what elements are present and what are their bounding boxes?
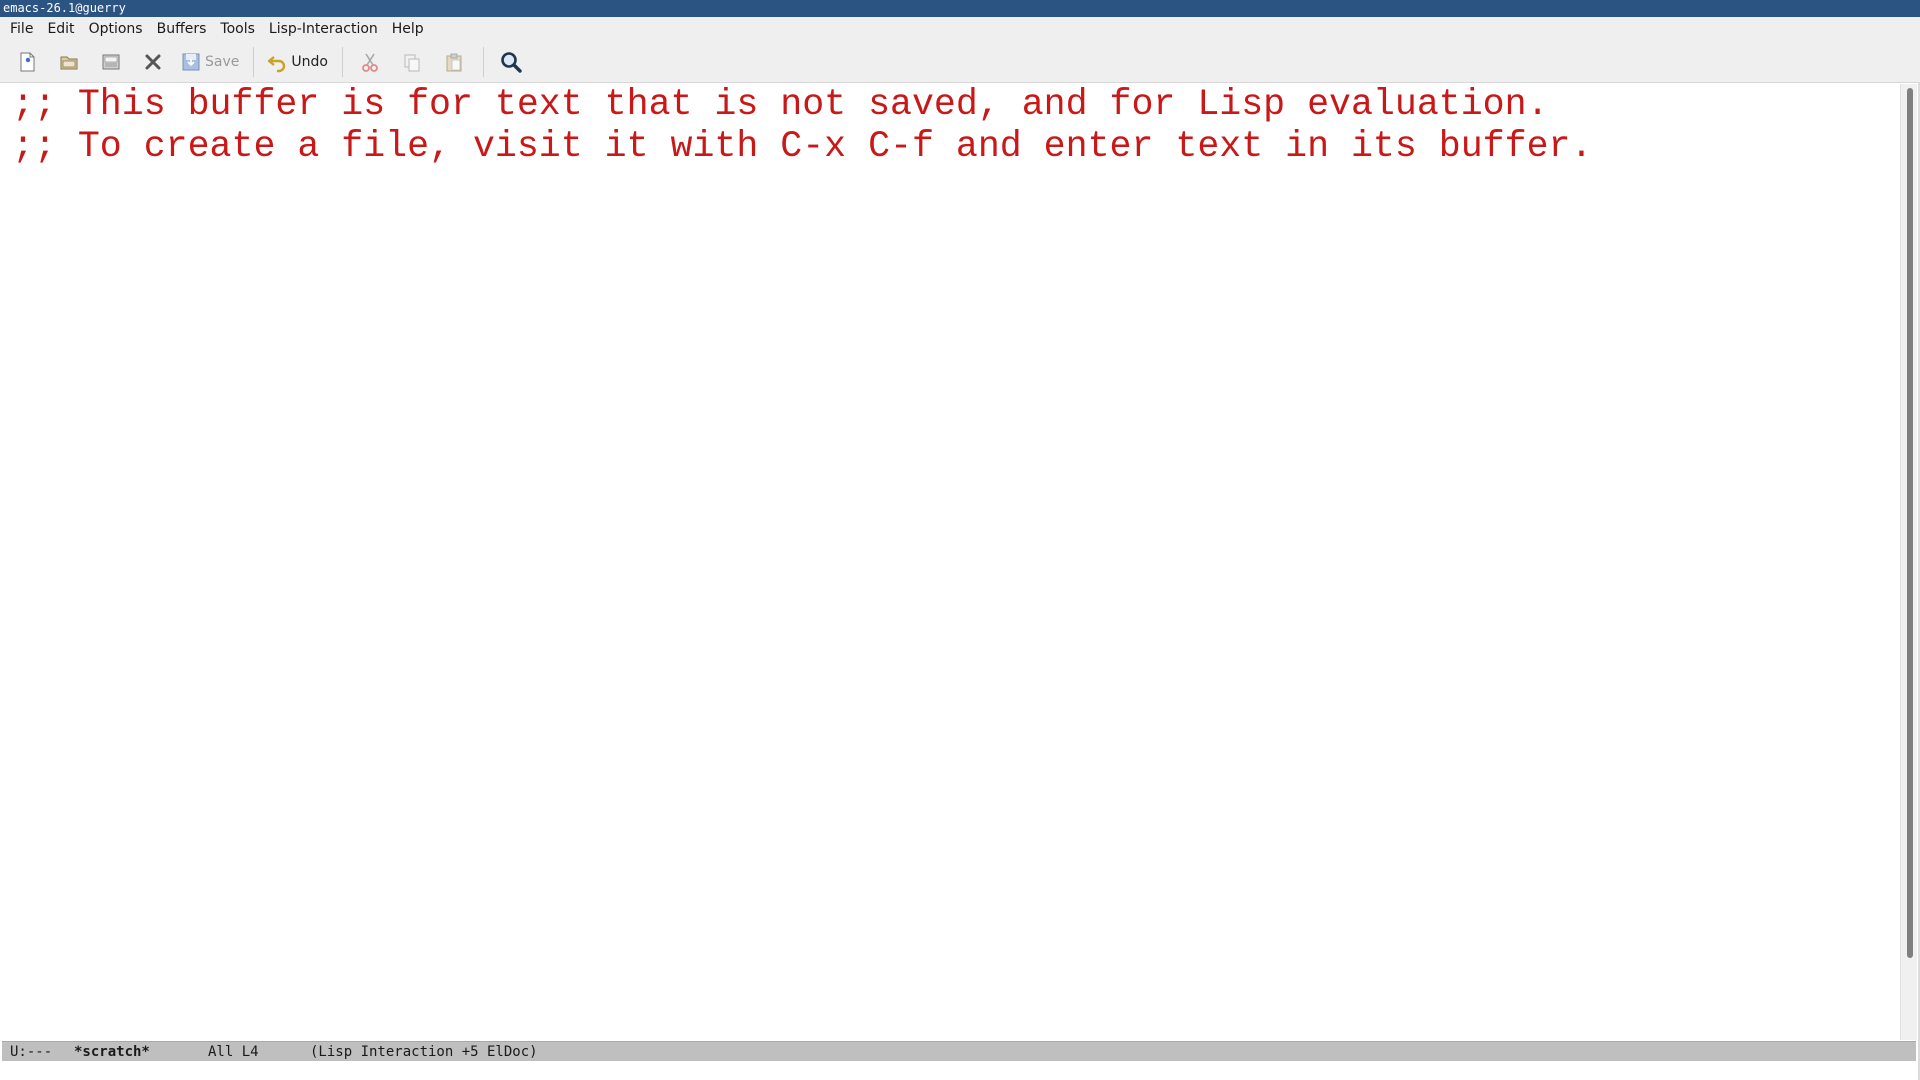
new-file-icon [20, 52, 35, 72]
undo-icon [268, 56, 286, 73]
menu-options[interactable]: Options [82, 17, 150, 42]
toolbar-separator [482, 47, 484, 77]
editor-buffer[interactable]: ;; This buffer is for text that is not s… [2, 84, 1898, 1040]
cut-button[interactable] [355, 47, 385, 77]
vertical-scrollbar[interactable] [1900, 84, 1917, 1040]
cut-icon [362, 53, 378, 72]
menu-bar: File Edit Options Buffers Tools Lisp-Int… [0, 17, 1920, 42]
window-titlebar: emacs-26.1@guerry [0, 0, 1920, 17]
toolbar-separator [341, 47, 343, 77]
menu-tools[interactable]: Tools [213, 17, 262, 42]
close-buffer-button[interactable] [138, 47, 168, 77]
scrollbar-thumb[interactable] [1907, 88, 1913, 958]
open-folder-icon [60, 56, 78, 70]
copy-button[interactable] [397, 47, 427, 77]
toolbar-separator [253, 47, 255, 77]
menu-buffers[interactable]: Buffers [150, 17, 214, 42]
window-title: emacs-26.1@guerry [3, 1, 126, 15]
mode-line: U:--- *scratch* All L4 (Lisp Interaction +5… [2, 1041, 1916, 1061]
new-file-button[interactable] [12, 47, 42, 77]
buffer-line-1[interactable]: ;; This buffer is for text that is not s… [12, 84, 1549, 126]
close-icon [145, 54, 161, 70]
save-button[interactable]: Save [180, 47, 239, 77]
search-button[interactable] [496, 47, 526, 77]
menu-file[interactable]: File [3, 17, 40, 42]
tool-bar: Save Undo [0, 42, 1920, 83]
modeline-buffer-name[interactable]: *scratch* [74, 1042, 208, 1062]
save-icon [182, 53, 200, 71]
undo-label: Undo [291, 54, 328, 70]
undo-button[interactable]: Undo [266, 47, 328, 77]
dired-button[interactable] [96, 47, 126, 77]
menu-lisp-interaction[interactable]: Lisp-Interaction [262, 17, 385, 42]
modeline-status: U:--- [10, 1044, 53, 1060]
open-file-button[interactable] [54, 47, 84, 77]
echo-area[interactable] [2, 1062, 1916, 1080]
modeline-position: All L4 [208, 1044, 259, 1060]
copy-icon [404, 54, 420, 72]
search-icon [501, 52, 522, 73]
emacs-window: emacs-26.1@guerry File Edit Options Buff… [0, 0, 1920, 1080]
dired-icon [102, 54, 120, 70]
save-label: Save [205, 54, 240, 70]
menu-help[interactable]: Help [385, 17, 431, 42]
paste-icon [446, 53, 462, 72]
paste-button[interactable] [439, 47, 469, 77]
menu-edit[interactable]: Edit [40, 17, 81, 42]
modeline-modes[interactable]: (Lisp Interaction +5 ElDoc) [310, 1042, 538, 1062]
buffer-line-2[interactable]: ;; To create a file, visit it with C-x C… [12, 126, 1592, 168]
